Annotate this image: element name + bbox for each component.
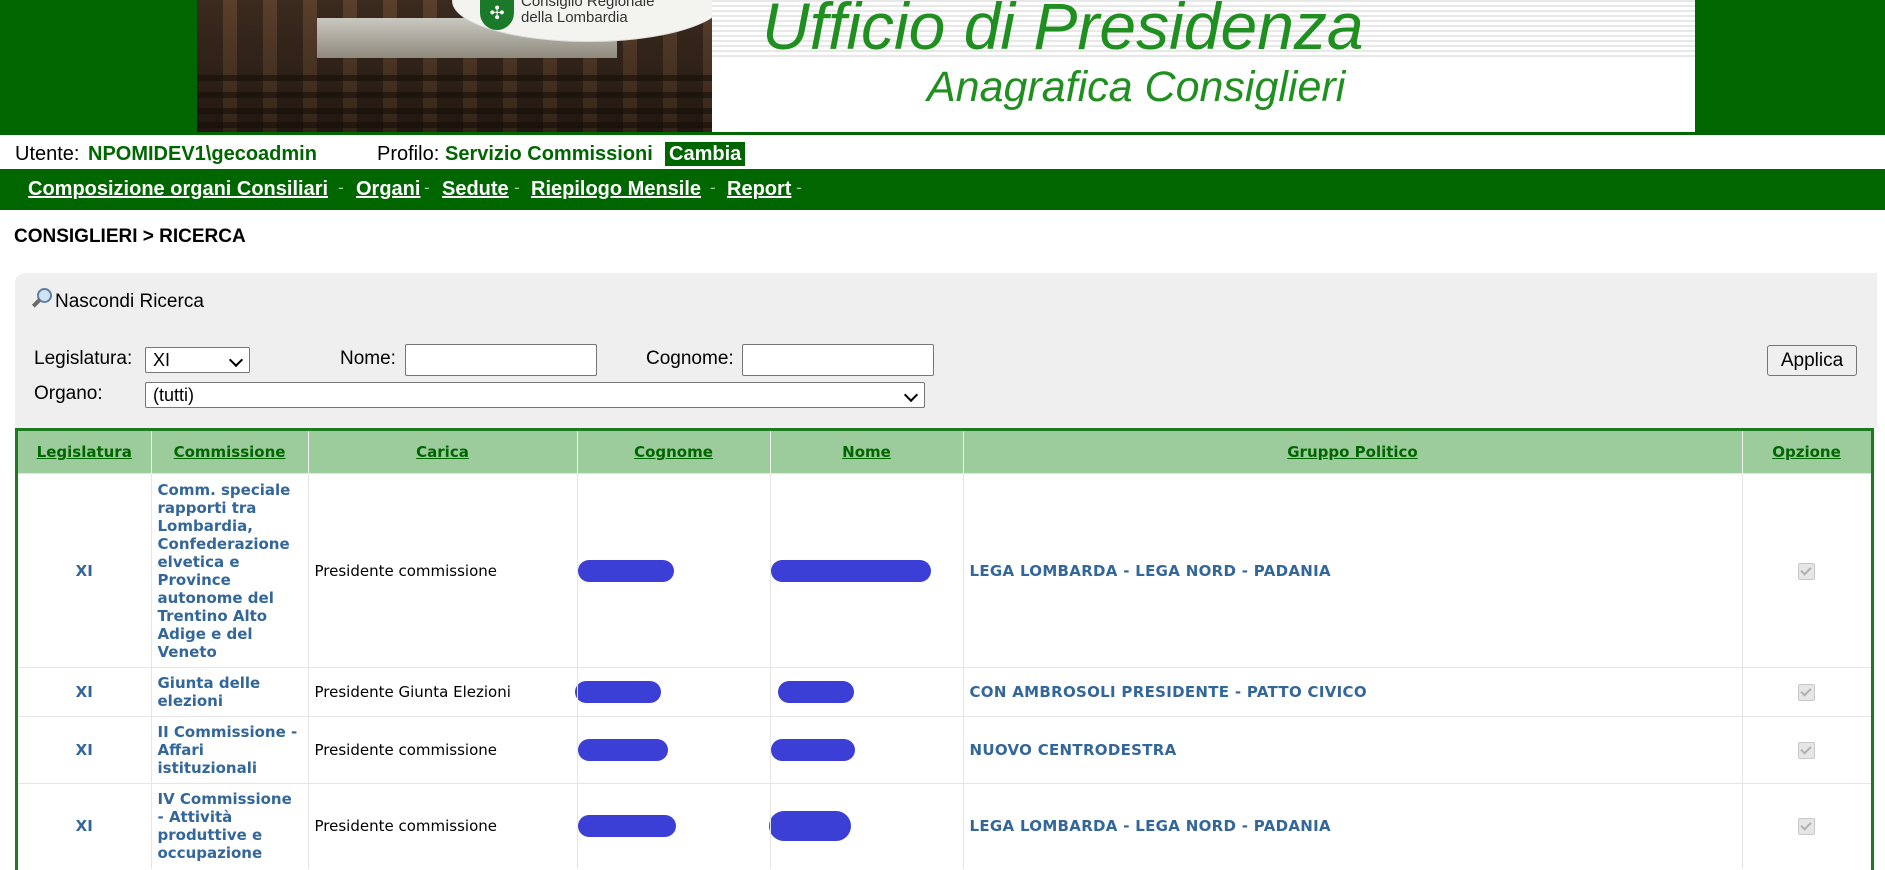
legislatura-label: Legislatura: (34, 348, 133, 369)
user-label: Utente: (15, 143, 80, 165)
cell-nome (770, 716, 964, 784)
column-header-nome[interactable]: Nome (770, 431, 964, 474)
cell-legislatura[interactable]: XI (18, 667, 152, 717)
menu-riepilogo-mensile[interactable]: Riepilogo Mensile (531, 178, 701, 201)
cell-gruppo-politico[interactable]: LEGA LOMBARDA - LEGA NORD - PADANIA (963, 473, 1743, 668)
menu-report[interactable]: Report (727, 178, 791, 201)
cognome-label: Cognome: (646, 348, 734, 369)
cell-opzione (1742, 667, 1871, 717)
option-checkbox[interactable] (1798, 562, 1815, 580)
cell-carica: Presidente commissione (308, 473, 578, 668)
header-banner: ✣ Consiglio Regionale della Lombardia Uf… (0, 0, 1885, 135)
results-table: Legislatura Commissione Carica Cognome N… (15, 428, 1874, 870)
cell-legislatura[interactable]: XI (18, 783, 152, 869)
menu-composizione-organi[interactable]: Composizione organi Consiliari (28, 178, 328, 201)
table-header-row: Legislatura Commissione Carica Cognome N… (18, 431, 1871, 474)
cell-nome (768, 783, 964, 869)
search-icon (30, 288, 52, 310)
cell-commissione[interactable]: IV Commissione - Attività produttive e o… (151, 783, 309, 869)
cell-gruppo-politico[interactable]: LEGA LOMBARDA - LEGA NORD - PADANIA (963, 783, 1743, 869)
toggle-search-label: Nascondi Ricerca (55, 291, 204, 312)
option-checkbox[interactable] (1798, 742, 1815, 759)
option-checkbox[interactable] (1798, 818, 1815, 836)
user-value: NPOMIDEV1\gecoadmin (88, 143, 317, 165)
menu-sedute[interactable]: Sedute (442, 178, 509, 201)
cell-legislatura[interactable]: XI (18, 473, 152, 668)
cell-gruppo-politico[interactable]: NUOVO CENTRODESTRA (963, 716, 1743, 784)
redacted-cognome (574, 681, 661, 703)
user-bar: Utente: NPOMIDEV1\gecoadmin Profilo: Ser… (0, 139, 1885, 169)
chevron-down-icon (228, 352, 244, 368)
cell-opzione (1742, 716, 1871, 784)
table-row: XI IV Commissione - Attività produttive … (18, 783, 1871, 869)
table-row: XI Comm. speciale rapporti tra Lombardia… (18, 473, 1871, 668)
apply-button[interactable]: Applica (1767, 345, 1857, 376)
banner-image: ✣ Consiglio Regionale della Lombardia Uf… (197, 0, 1695, 135)
organo-label: Organo: (34, 383, 103, 404)
chevron-down-icon (903, 387, 919, 403)
council-chamber-photo: ✣ Consiglio Regionale della Lombardia (197, 0, 724, 135)
logo-text: Consiglio Regionale della Lombardia (521, 0, 655, 26)
redacted-nome (770, 739, 855, 761)
column-header-gruppo-politico[interactable]: Gruppo Politico (963, 431, 1743, 474)
cell-cognome (577, 783, 771, 869)
redacted-cognome (577, 815, 676, 838)
page-subtitle: Anagrafica Consiglieri (927, 63, 1346, 111)
cell-opzione (1742, 473, 1871, 668)
option-checkbox[interactable] (1798, 684, 1815, 701)
cell-gruppo-politico[interactable]: CON AMBROSOLI PRESIDENTE - PATTO CIVICO (963, 667, 1743, 717)
table-row: XI Giunta delle elezioni Presidente Giun… (18, 667, 1871, 717)
cell-legislatura[interactable]: XI (18, 716, 152, 784)
redacted-cognome (577, 739, 668, 761)
nome-field[interactable] (405, 344, 597, 376)
column-header-opzione[interactable]: Opzione (1742, 431, 1871, 474)
cell-cognome (574, 667, 771, 717)
nome-label: Nome: (340, 348, 396, 369)
table-row: XI II Commissione - Affari istituzionali… (18, 716, 1871, 784)
cell-nome (770, 667, 964, 717)
organo-select[interactable]: (tutti) (145, 382, 925, 408)
redacted-cognome (577, 559, 674, 582)
breadcrumb: CONSIGLIERI > RICERCA (14, 226, 246, 247)
cell-commissione[interactable]: Giunta delle elezioni (151, 667, 309, 717)
cell-carica: Presidente commissione (308, 783, 578, 869)
column-header-carica[interactable]: Carica (308, 431, 578, 474)
cell-carica: Presidente Giunta Elezioni (308, 667, 578, 717)
redacted-nome (777, 681, 854, 703)
cell-commissione[interactable]: Comm. speciale rapporti tra Lombardia, C… (151, 473, 309, 668)
redacted-nome (770, 559, 931, 582)
cell-opzione (1742, 783, 1871, 869)
change-profile-button[interactable]: Cambia (665, 142, 746, 166)
redacted-nome (768, 811, 851, 842)
menu-organi[interactable]: Organi (356, 178, 420, 201)
cell-cognome (577, 473, 771, 668)
main-menu: Composizione organi Consiliari - Organi … (0, 169, 1885, 210)
cell-carica: Presidente commissione (308, 716, 578, 784)
column-header-legislatura[interactable]: Legislatura (18, 431, 152, 474)
column-header-commissione[interactable]: Commissione (151, 431, 309, 474)
cell-cognome (577, 716, 771, 784)
legislatura-select[interactable]: XI (145, 347, 250, 373)
toggle-search-link[interactable]: Nascondi Ricerca (30, 288, 204, 313)
cognome-field[interactable] (742, 344, 934, 376)
column-header-cognome[interactable]: Cognome (577, 431, 771, 474)
cell-commissione[interactable]: II Commissione - Affari istituzionali (151, 716, 309, 784)
title-panel: Ufficio di Presidenza Anagrafica Consigl… (712, 0, 1695, 135)
cell-nome (770, 473, 964, 668)
profile-value: Servizio Commissioni (445, 143, 653, 165)
page-title: Ufficio di Presidenza (762, 0, 1364, 63)
profile-label: Profilo: (377, 143, 440, 165)
